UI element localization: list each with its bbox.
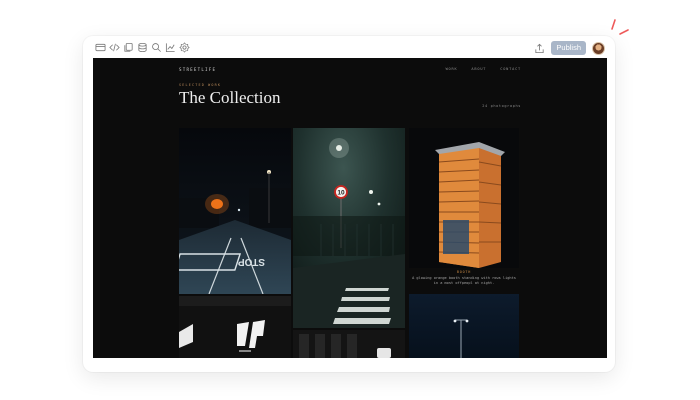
photo-caption: BOOTH A glowing orange booth standing wi… — [411, 270, 517, 285]
site-preview: STREETLIFE WORK ABOUT CONTACT SELECTED W… — [93, 58, 607, 358]
settings-icon[interactable] — [179, 42, 190, 53]
caption-tag: BOOTH — [456, 270, 472, 274]
nav-link-contact[interactable]: CONTACT — [500, 67, 521, 71]
code-icon[interactable] — [109, 42, 120, 53]
editor-window: Publish STREETLIFE WORK ABOUT CONTACT SE… — [83, 36, 615, 372]
nav-link-work[interactable]: WORK — [446, 67, 458, 71]
street-marking-text: STOP — [238, 256, 265, 267]
publish-button[interactable]: Publish — [551, 41, 586, 55]
photo-bw-graphic[interactable] — [179, 296, 291, 358]
photo-night-street[interactable]: STOP — [179, 128, 291, 294]
sparkle-icon — [611, 19, 629, 35]
chart-icon[interactable] — [165, 42, 176, 53]
speed-sign-text: 10 — [337, 190, 345, 197]
photo-count: 24 photographs — [482, 104, 521, 108]
share-icon[interactable] — [533, 42, 545, 54]
database-icon[interactable] — [137, 42, 148, 53]
photo-streetlight[interactable] — [409, 294, 519, 358]
site-nav: STREETLIFE WORK ABOUT CONTACT — [179, 64, 521, 74]
window-actions: Publish — [533, 41, 605, 55]
site-brand[interactable]: STREETLIFE — [179, 67, 216, 72]
toolbar — [95, 42, 190, 53]
page-title: The Collection — [179, 88, 281, 107]
photo-foggy-road[interactable]: 10 — [293, 128, 405, 328]
section-eyebrow: SELECTED WORK — [179, 83, 222, 87]
panel-icon[interactable] — [95, 42, 106, 53]
nav-link-about[interactable]: ABOUT — [471, 67, 486, 71]
search-icon[interactable] — [151, 42, 162, 53]
copy-icon[interactable] — [123, 42, 134, 53]
photo-orange-booth[interactable] — [409, 128, 519, 268]
caption-text: A glowing orange booth standing with row… — [412, 276, 516, 285]
avatar[interactable] — [592, 41, 605, 55]
photo-dark-panels[interactable] — [293, 330, 405, 358]
